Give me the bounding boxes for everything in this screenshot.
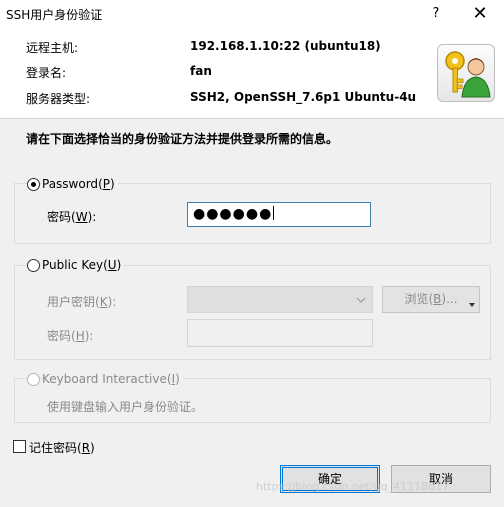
keyboard-interactive-radio[interactable] <box>27 373 40 386</box>
user-label: 登录名: <box>26 66 67 80</box>
user-value: fan <box>190 64 212 78</box>
password-field-label: 密码(W): <box>47 210 97 224</box>
password-radio[interactable] <box>27 178 40 191</box>
help-button[interactable]: ? <box>424 2 448 26</box>
user-key-select[interactable] <box>187 286 373 313</box>
text-caret <box>273 206 275 220</box>
keyboard-interactive-description: 使用键盘输入用户身份验证。 <box>47 400 204 414</box>
remember-password-checkbox[interactable] <box>13 440 26 453</box>
user-key-icon <box>437 44 495 102</box>
server-type-value: SSH2, OpenSSH_7.6p1 Ubuntu-4ubunt <box>190 90 416 104</box>
window-title: SSH用户身份验证 <box>6 8 103 22</box>
password-input[interactable]: ●●●●●● <box>187 202 371 227</box>
server-type-label: 服务器类型: <box>26 92 91 106</box>
watermark-text: https://blog.csdn.net/qq_41118617 <box>256 480 450 493</box>
host-label: 远程主机: <box>26 41 79 55</box>
title-bar: SSH用户身份验证 ? ✕ <box>0 0 504 29</box>
instruction-text: 请在下面选择恰当的身份验证方法并提供登录所需的信息。 <box>26 132 339 146</box>
password-radio-label[interactable]: Password(P) <box>42 177 118 191</box>
public-key-radio-label[interactable]: Public Key(U) <box>42 258 125 272</box>
close-button[interactable]: ✕ <box>466 2 494 26</box>
browse-button[interactable]: 浏览(B)... <box>382 286 480 313</box>
keyboard-interactive-radio-label[interactable]: Keyboard Interactive(I) <box>42 372 183 386</box>
user-key-label: 用户密钥(K): <box>47 295 117 309</box>
remember-password-label[interactable]: 记住密码(R) <box>29 439 95 456</box>
passphrase-input[interactable] <box>187 319 373 347</box>
passphrase-label: 密码(H): <box>47 329 94 343</box>
host-value: 192.168.1.10:22 (ubuntu18) <box>190 39 381 53</box>
chevron-down-icon <box>356 297 366 303</box>
public-key-radio[interactable] <box>27 259 40 272</box>
dropdown-arrow-icon <box>469 303 475 307</box>
